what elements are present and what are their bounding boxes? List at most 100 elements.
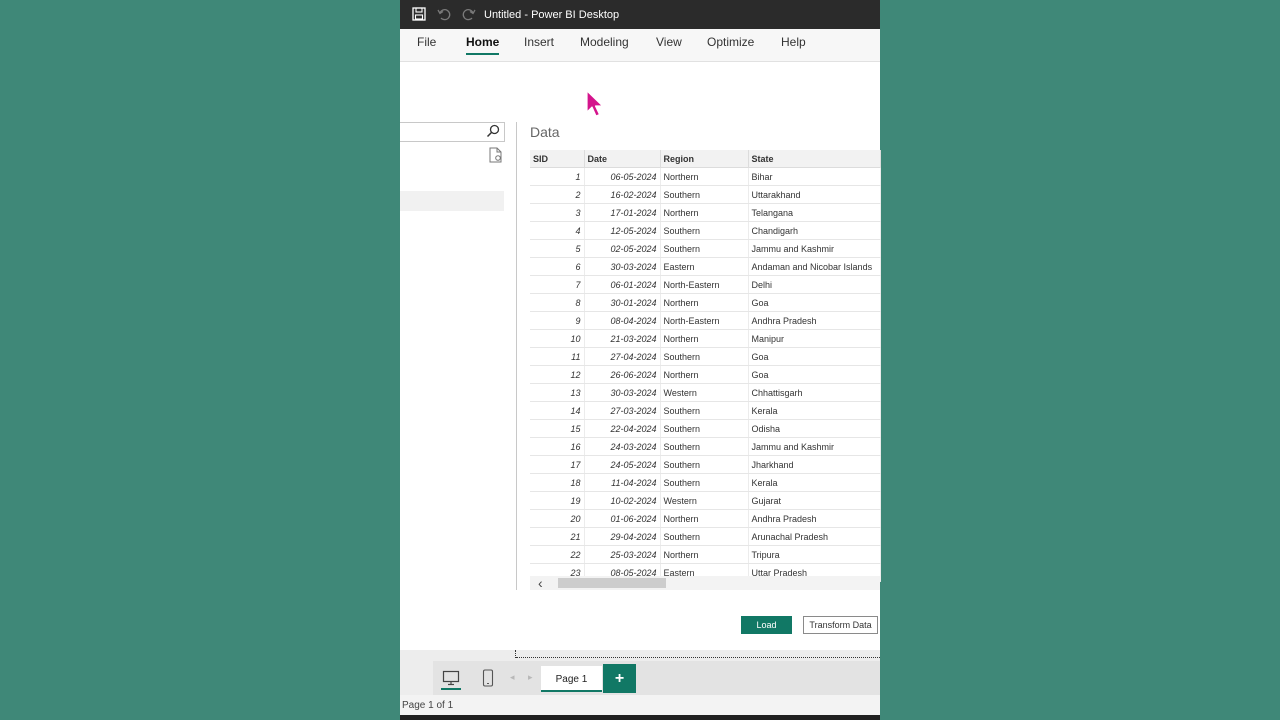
cell-date: 24-03-2024 xyxy=(584,437,661,456)
page-tab-1[interactable]: Page 1 xyxy=(541,666,602,692)
table-row: 20 01-06-2024 Northern Andhra Pradesh xyxy=(530,509,881,528)
cell-region: Southern xyxy=(660,221,749,240)
cell-date: 21-03-2024 xyxy=(584,329,661,348)
cell-region: Northern xyxy=(660,167,749,186)
menu-optimize[interactable]: Optimize xyxy=(707,35,754,49)
cell-state: Andaman and Nicobar Islands xyxy=(748,257,881,276)
column-header-date: Date xyxy=(584,150,661,168)
table-row: 14 27-03-2024 Southern Kerala xyxy=(530,401,881,420)
cell-sid: 6 xyxy=(530,257,585,276)
cell-state: Goa xyxy=(748,293,881,312)
cell-date: 06-01-2024 xyxy=(584,275,661,294)
table-row: 8 30-01-2024 Northern Goa xyxy=(530,293,881,312)
navigator-selected-item[interactable] xyxy=(400,191,504,211)
cell-region: Northern xyxy=(660,365,749,384)
cell-sid: 1 xyxy=(530,167,585,186)
table-row: 10 21-03-2024 Northern Manipur xyxy=(530,329,881,348)
menu-modeling[interactable]: Modeling xyxy=(580,35,629,49)
menu-help[interactable]: Help xyxy=(781,35,806,49)
cell-date: 12-05-2024 xyxy=(584,221,661,240)
cell-sid: 3 xyxy=(530,203,585,222)
cell-date: 01-06-2024 xyxy=(584,509,661,528)
cell-state: Odisha xyxy=(748,419,881,438)
cell-state: Chandigarh xyxy=(748,221,881,240)
pane-divider xyxy=(516,122,517,590)
cell-date: 02-05-2024 xyxy=(584,239,661,258)
cell-region: Eastern xyxy=(660,257,749,276)
header-row: SID Date Region State xyxy=(530,150,881,168)
redo-icon[interactable] xyxy=(460,5,478,23)
cell-sid: 2 xyxy=(530,185,585,204)
desktop-layout-icon[interactable] xyxy=(442,669,460,687)
table-row: 1 06-05-2024 Northern Bihar xyxy=(530,167,881,186)
cell-state: Arunachal Pradesh xyxy=(748,527,881,546)
cell-region: North-Eastern xyxy=(660,311,749,330)
cell-region: Southern xyxy=(660,347,749,366)
refresh-document-icon[interactable] xyxy=(489,147,503,163)
save-icon[interactable] xyxy=(410,5,428,23)
cell-state: Telangana xyxy=(748,203,881,222)
cell-region: Southern xyxy=(660,239,749,258)
cell-region: Southern xyxy=(660,185,749,204)
menu-bar: File Home Insert Modeling View Optimize … xyxy=(400,29,880,62)
undo-icon[interactable] xyxy=(435,5,453,23)
table-row: 18 11-04-2024 Southern Kerala xyxy=(530,473,881,492)
cell-sid: 16 xyxy=(530,437,585,456)
cell-state: Gujarat xyxy=(748,491,881,510)
menu-home[interactable]: Home xyxy=(466,35,500,55)
load-button[interactable]: Load xyxy=(741,616,792,634)
previous-page-icon[interactable]: ◂ xyxy=(510,672,515,683)
cell-date: 29-04-2024 xyxy=(584,527,661,546)
cell-state: Kerala xyxy=(748,473,881,492)
horizontal-scrollbar[interactable]: ‹ xyxy=(530,575,880,591)
menu-view[interactable]: View xyxy=(656,35,682,49)
scrollbar-thumb[interactable] xyxy=(558,578,666,588)
table-row: 4 12-05-2024 Southern Chandigarh xyxy=(530,221,881,240)
table-row: 3 17-01-2024 Northern Telangana xyxy=(530,203,881,222)
data-preview-table: SID Date Region State 1 06-05-2024 Norther… xyxy=(530,150,881,582)
cell-date: 26-06-2024 xyxy=(584,365,661,384)
cell-state: Kerala xyxy=(748,401,881,420)
search-icon xyxy=(486,124,500,138)
cell-region: Western xyxy=(660,491,749,510)
mobile-layout-icon[interactable] xyxy=(482,669,494,687)
cell-region: North-Eastern xyxy=(660,275,749,294)
status-bar xyxy=(400,695,880,715)
navigator-search-input[interactable] xyxy=(400,122,505,142)
canvas-boundary-corner xyxy=(515,650,516,658)
cell-region: Southern xyxy=(660,437,749,456)
cell-region: Southern xyxy=(660,473,749,492)
cell-date: 06-05-2024 xyxy=(584,167,661,186)
cell-state: Delhi xyxy=(748,275,881,294)
table-row: 5 02-05-2024 Southern Jammu and Kashmir xyxy=(530,239,881,258)
cell-date: 17-01-2024 xyxy=(584,203,661,222)
table-row: 11 27-04-2024 Southern Goa xyxy=(530,347,881,366)
cell-state: Tripura xyxy=(748,545,881,564)
cell-sid: 22 xyxy=(530,545,585,564)
table-body: 1 06-05-2024 Northern Bihar 2 16-02-2024 South… xyxy=(530,167,881,582)
cell-region: Northern xyxy=(660,203,749,222)
cell-region: Northern xyxy=(660,293,749,312)
menu-file[interactable]: File xyxy=(417,35,436,49)
cell-sid: 13 xyxy=(530,383,585,402)
cell-sid: 21 xyxy=(530,527,585,546)
cell-sid: 17 xyxy=(530,455,585,474)
cell-date: 16-02-2024 xyxy=(584,185,661,204)
add-page-button[interactable]: + xyxy=(603,664,636,693)
cell-sid: 10 xyxy=(530,329,585,348)
transform-data-button[interactable]: Transform Data xyxy=(803,616,878,634)
mouse-cursor-icon xyxy=(586,90,604,117)
cell-date: 22-04-2024 xyxy=(584,419,661,438)
cell-date: 08-04-2024 xyxy=(584,311,661,330)
menu-insert[interactable]: Insert xyxy=(524,35,554,49)
cell-region: Southern xyxy=(660,455,749,474)
cell-state: Chhattisgarh xyxy=(748,383,881,402)
cell-region: Northern xyxy=(660,509,749,528)
next-page-icon[interactable]: ▸ xyxy=(528,672,533,683)
scroll-left-icon[interactable]: ‹ xyxy=(538,575,543,591)
cell-region: Northern xyxy=(660,545,749,564)
table-row: 2 16-02-2024 Southern Uttarakhand xyxy=(530,185,881,204)
column-header-region: Region xyxy=(660,150,749,168)
page-tabs-area xyxy=(433,661,880,695)
taskbar-edge xyxy=(400,715,880,720)
